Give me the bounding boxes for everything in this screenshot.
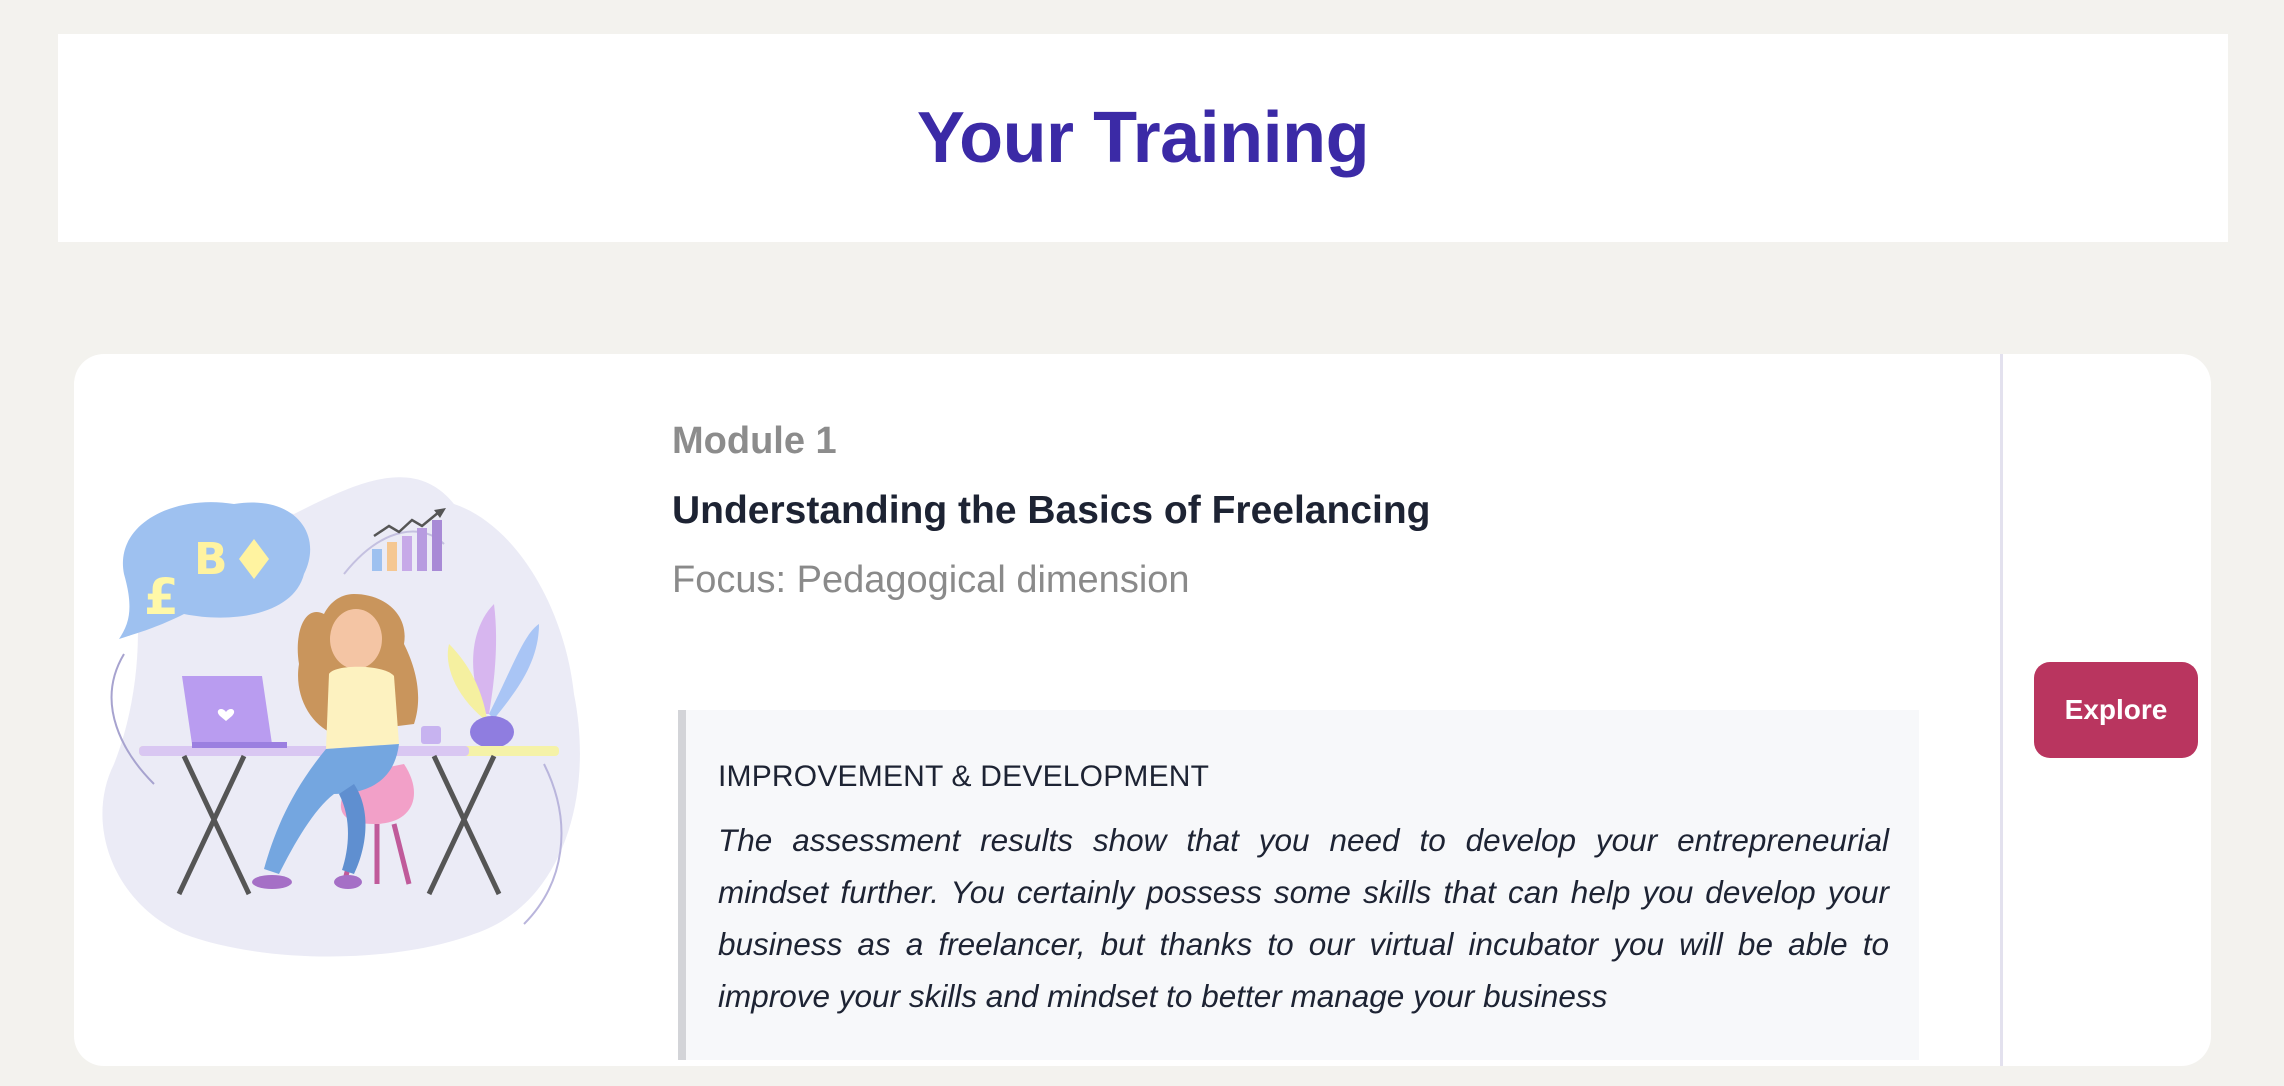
module-content: Module 1 Understanding the Basics of Fre…: [672, 420, 2002, 1060]
freelancer-illustration: £ B: [102, 477, 580, 957]
feedback-text: The assessment results show that you nee…: [718, 822, 1889, 1014]
page-title: Your Training: [916, 98, 1370, 178]
module-number: Module 1: [672, 420, 837, 462]
module-title: Understanding the Basics of Freelancing: [672, 489, 1431, 532]
svg-text:£: £: [144, 568, 179, 626]
svg-text:B: B: [194, 534, 228, 585]
page-header: Your Training: [58, 34, 2228, 242]
module-card: £ B Module 1 Understanding the Basics of…: [74, 354, 2211, 1066]
module-focus: Focus: Pedagogical dimension: [672, 559, 1190, 601]
card-divider: [2000, 354, 2003, 1066]
feedback-box: IMPROVEMENT & DEVELOPMENT The assessment…: [678, 710, 1919, 1060]
explore-button[interactable]: Explore: [2034, 662, 2198, 758]
feedback-heading: IMPROVEMENT & DEVELOPMENT: [718, 760, 1210, 793]
